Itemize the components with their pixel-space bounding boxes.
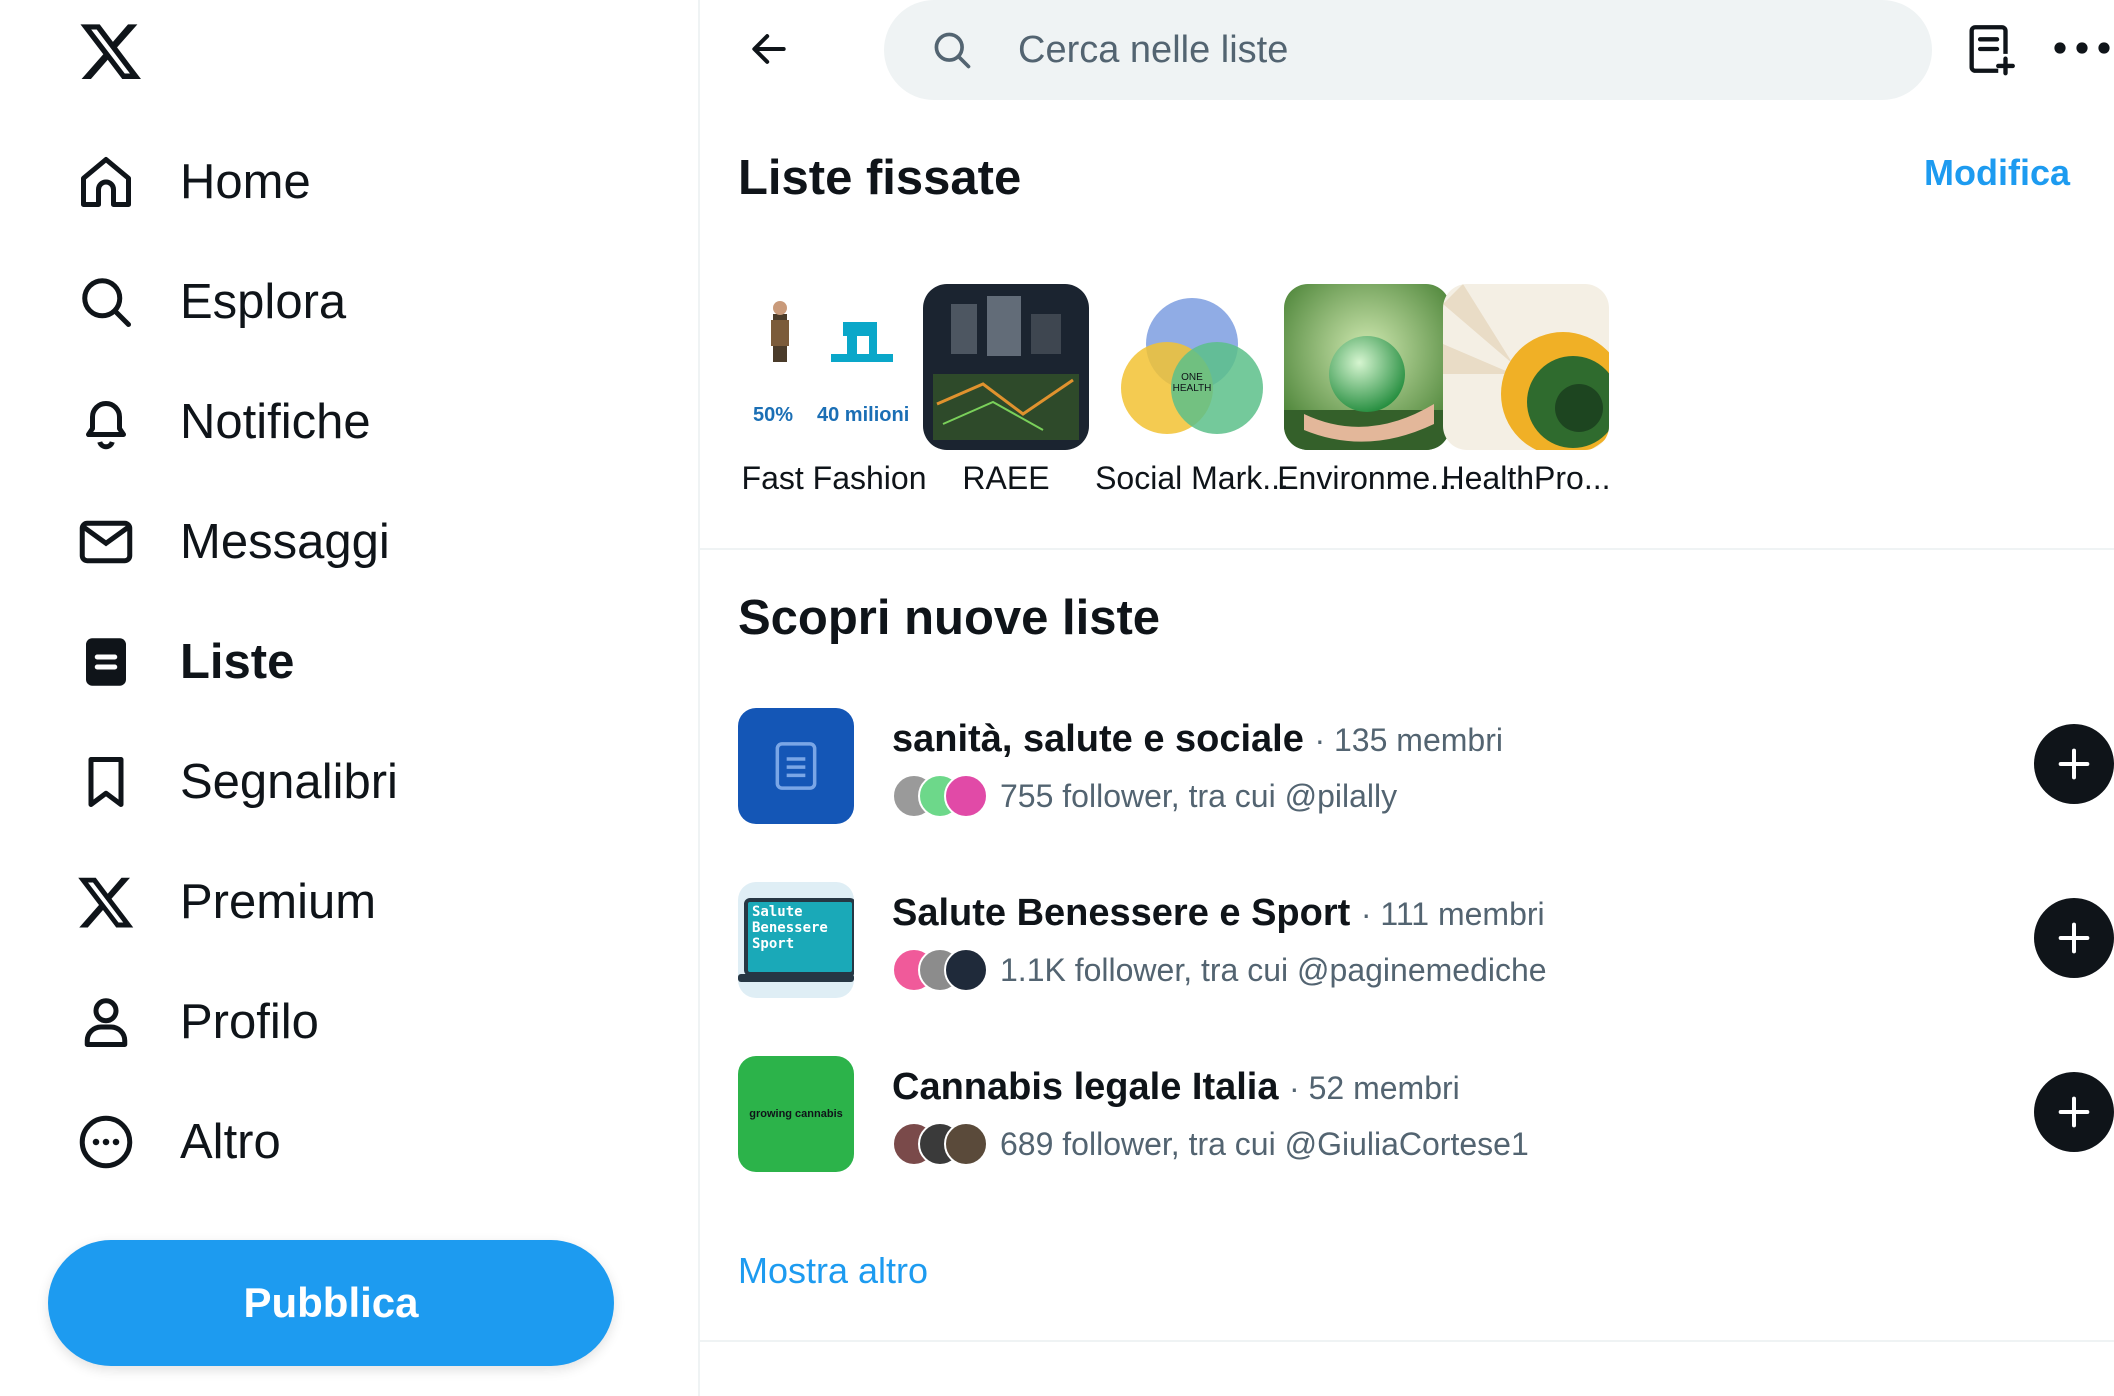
sidebar-item-label: Notifiche [180,395,371,449]
x-logo-icon [76,869,142,935]
sidebar-item-label: Altro [180,1115,281,1169]
followers-text: 755 follower, tra cui @pilally [1000,777,1398,814]
list-name: Cannabis legale Italia [892,1066,1279,1108]
avatar-stack [892,774,988,818]
more-circle-icon [76,1109,142,1175]
bell-icon [76,389,142,455]
list-followers: 1.1K follower, tra cui @paginemediche [892,948,1547,992]
list-thumbnail [923,284,1089,450]
list-title[interactable]: Salute Benessere e Sport · 111 membri [892,892,1545,935]
list-title[interactable]: sanità, salute e sociale · 135 membri [892,718,1503,761]
list-title[interactable]: Cannabis legale Italia · 52 membri [892,1066,1460,1109]
sidebar-item-premium[interactable]: Premium [76,862,636,942]
section-divider [700,548,2114,550]
list-item[interactable]: sanità, salute e sociale · 135 membri 75… [738,708,2114,828]
search-input[interactable] [1016,27,1820,73]
show-more-link[interactable]: Mostra altro [738,1250,928,1292]
sidebar-item-label: Esplora [180,275,347,329]
pinned-list-item[interactable]: 50% 40 milioni Fast Fashion [734,284,934,497]
sidebar-item-label: Profilo [180,995,319,1049]
plus-icon [2058,1096,2090,1128]
thumb-text: growing cannabis [749,1108,843,1120]
list-members: · 111 membri [1360,896,1545,932]
list-members: · 135 membri [1314,722,1503,758]
add-list-button[interactable] [2034,898,2114,978]
new-list-icon[interactable] [1962,20,2020,78]
list-followers: 689 follower, tra cui @GiuliaCortese1 [892,1122,1529,1166]
discover-lists-title: Scopri nuove liste [738,591,1161,645]
arrow-left-icon [752,34,786,64]
avatar [944,1122,988,1166]
pinned-list-name: HealthPro... [1441,460,1611,496]
add-list-button[interactable] [2034,1072,2114,1152]
sidebar-item-label: Liste [180,635,295,689]
home-icon [76,149,142,215]
sidebar-item-messages[interactable]: Messaggi [76,502,636,582]
avatar-stack [892,1122,988,1166]
add-list-button[interactable] [2034,724,2114,804]
list-name: Salute Benessere e Sport [892,892,1351,934]
sidebar-item-explore[interactable]: Esplora [76,262,636,342]
plus-icon [2058,748,2090,780]
list-item[interactable]: Salute Benessere Sport Salute Benessere … [738,882,2114,1002]
list-thumbnail: growing cannabis [738,1056,854,1172]
avatar [944,774,988,818]
sidebar: Home Esplora Notifiche Messaggi Liste Se… [0,0,698,1396]
sidebar-item-profile[interactable]: Profilo [76,982,636,1062]
thumb-text: Salute Benessere Sport [752,904,828,952]
list-thumbnail: ONE HEALTH [1109,284,1275,450]
list-thumbnail: Salute Benessere Sport [738,882,854,998]
plus-icon [2058,922,2090,954]
bookmark-icon [76,749,142,815]
main-column: Liste fissate Modifica 50% 40 milioni Fa… [700,0,2114,1396]
sidebar-item-lists[interactable]: Liste [76,622,636,702]
list-icon [76,629,142,695]
mail-icon [76,509,142,575]
back-button[interactable] [736,16,802,82]
list-thumbnail: 50% 40 milioni [751,284,917,450]
followers-text: 1.1K follower, tra cui @paginemediche [1000,951,1547,988]
search-icon [76,269,142,335]
edit-pinned-link[interactable]: Modifica [1924,152,2070,194]
pinned-list-name: Fast Fashion [741,460,927,496]
pinned-list-name: Social Mark... [1095,460,1289,496]
sidebar-item-notifications[interactable]: Notifiche [76,382,636,462]
list-thumbnail [738,708,854,824]
pinned-list-name: RAEE [962,460,1050,496]
list-thumbnail [1443,284,1609,450]
avatar-stack [892,948,988,992]
search-bar[interactable] [884,0,1932,100]
sidebar-item-label: Home [180,155,311,209]
list-name: sanità, salute e sociale [892,718,1304,760]
pinned-list-item[interactable]: HealthPro... [1426,284,1626,497]
sidebar-item-label: Premium [180,875,377,929]
list-item[interactable]: growing cannabis Cannabis legale Italia … [738,1056,2114,1176]
sidebar-item-label: Messaggi [180,515,390,569]
followers-text: 689 follower, tra cui @GiuliaCortese1 [1000,1125,1529,1162]
x-logo-icon[interactable] [74,18,148,84]
thumb-text: 50% [753,404,794,426]
sidebar-item-home[interactable]: Home [76,142,636,222]
pinned-lists-title: Liste fissate [738,151,1022,205]
person-icon [76,989,142,1055]
list-members: · 52 membri [1289,1070,1460,1106]
post-button[interactable]: Pubblica [48,1240,614,1366]
sidebar-item-label: Segnalibri [180,755,398,809]
pinned-list-item[interactable]: ONE HEALTH Social Mark... [1092,284,1292,497]
search-icon [934,32,971,69]
section-divider [700,1340,2114,1342]
pinned-list-item[interactable]: RAEE [906,284,1106,497]
sidebar-item-bookmarks[interactable]: Segnalibri [76,742,636,822]
list-followers: 755 follower, tra cui @pilally [892,774,1397,818]
list-icon [775,742,817,790]
thumb-text: ONE HEALTH [1172,372,1212,394]
sidebar-item-more[interactable]: Altro [76,1102,636,1182]
thumb-text: 40 milioni [817,404,910,426]
avatar [944,948,988,992]
more-horizontal-icon[interactable] [2050,28,2114,68]
